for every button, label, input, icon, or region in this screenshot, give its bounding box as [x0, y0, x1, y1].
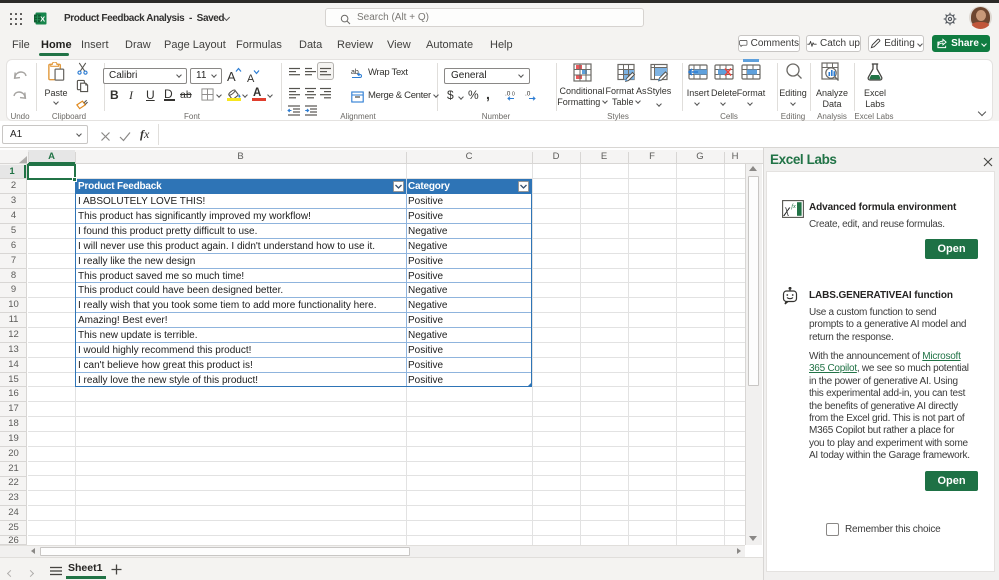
svg-text:χ: χ — [782, 202, 790, 217]
svg-text:.0: .0 — [525, 91, 531, 98]
svg-text:X: X — [40, 15, 45, 24]
svg-text:0: 0 — [512, 92, 515, 98]
svg-text:fx: fx — [791, 203, 796, 210]
svg-text:.0: .0 — [505, 91, 511, 98]
